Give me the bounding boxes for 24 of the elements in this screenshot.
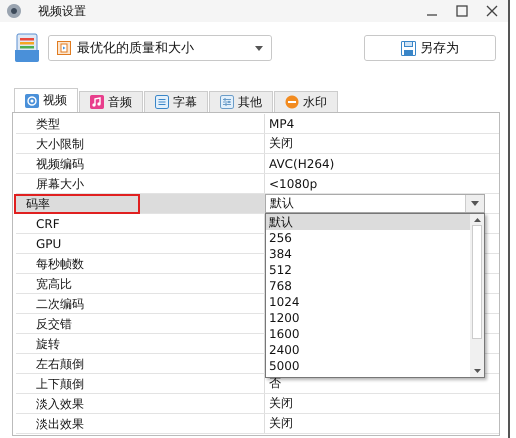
property-value: AVC(H264) [269, 156, 334, 170]
property-name: 类型 [35, 116, 61, 132]
property-name: 宽高比 [35, 276, 73, 292]
property-name: 码率 [14, 194, 140, 214]
property-name: 淡出效果 [35, 416, 85, 432]
property-name: 上下颠倒 [35, 376, 85, 392]
property-value: MP4 [269, 116, 294, 130]
property-value: 关闭 [269, 415, 293, 432]
property-name: 淡入效果 [35, 396, 85, 412]
property-value: 关闭 [269, 135, 293, 152]
property-name: 大小限制 [35, 136, 85, 152]
property-name: 视频编码 [35, 156, 85, 172]
property-value: 关闭 [269, 395, 293, 412]
property-name: GPU [35, 236, 62, 252]
property-name: 反交错 [35, 316, 73, 332]
property-value: 否 [269, 375, 281, 392]
property-name: 二次编码 [35, 296, 85, 312]
property-name: 左右颠倒 [35, 356, 85, 372]
property-value: <1080p [269, 176, 318, 190]
property-name: CRF [35, 216, 61, 232]
property-name: 旋转 [35, 336, 61, 352]
property-name: 每秒帧数 [35, 256, 85, 272]
window-title: 视频设置 [38, 2, 86, 20]
property-name: 屏幕大小 [35, 176, 85, 192]
